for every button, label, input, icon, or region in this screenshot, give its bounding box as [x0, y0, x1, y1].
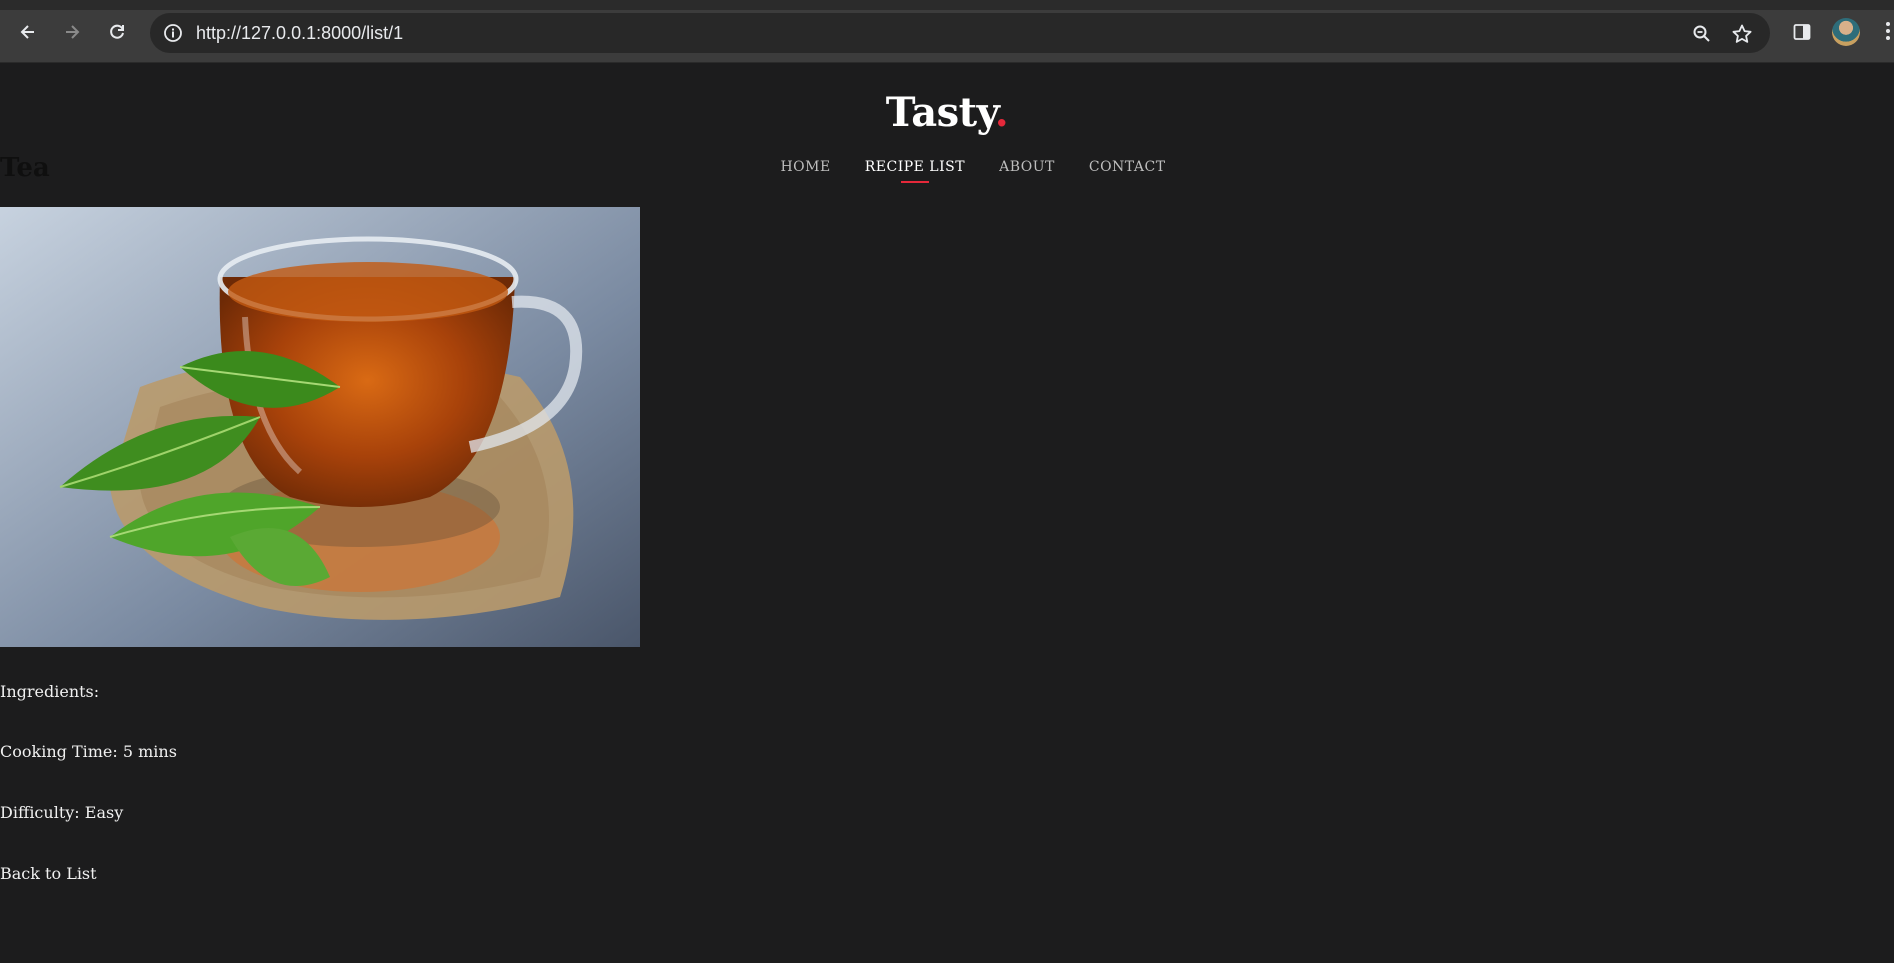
arrow-left-icon	[20, 25, 34, 39]
back-to-list-link[interactable]: Back to List	[0, 864, 97, 883]
url-text[interactable]: http://127.0.0.1:8000/list/1	[196, 22, 403, 44]
forward-button[interactable]	[54, 14, 90, 50]
bookmark-star-icon[interactable]	[1730, 22, 1754, 46]
tea-cup-illustration	[0, 207, 640, 647]
nav-contact[interactable]: CONTACT	[1089, 159, 1166, 183]
profile-avatar[interactable]	[1832, 18, 1860, 46]
nav-about[interactable]: ABOUT	[999, 159, 1055, 183]
back-button[interactable]	[10, 14, 46, 50]
address-bar[interactable]: http://127.0.0.1:8000/list/1	[150, 13, 1770, 53]
side-panel-icon[interactable]	[1790, 20, 1814, 44]
page-content: Tasty. HOME RECIPE LIST ABOUT CONTACT Te…	[0, 63, 1894, 963]
menu-kebab-icon[interactable]	[1886, 22, 1894, 42]
back-link-wrapper: Back to List	[0, 864, 97, 883]
ingredients-label: Ingredients:	[0, 682, 100, 701]
nav-home[interactable]: HOME	[780, 159, 830, 183]
site-logo[interactable]: Tasty.	[0, 89, 1894, 136]
logo-text: Tasty	[885, 89, 996, 136]
site-info-icon[interactable]	[162, 22, 184, 44]
nav-recipe-list[interactable]: RECIPE LIST	[865, 159, 965, 183]
recipe-title: Tea	[0, 153, 50, 183]
recipe-image	[0, 207, 640, 647]
zoom-icon[interactable]	[1690, 22, 1714, 46]
tab-strip	[0, 0, 1894, 10]
cooking-time: Cooking Time: 5 mins	[0, 742, 177, 761]
logo-dot: .	[994, 89, 1009, 136]
arrow-right-icon	[66, 25, 80, 39]
reload-button[interactable]	[99, 14, 135, 50]
reload-icon	[110, 24, 124, 39]
browser-toolbar: http://127.0.0.1:8000/list/1	[0, 0, 1894, 63]
main-nav: HOME RECIPE LIST ABOUT CONTACT	[0, 159, 1894, 183]
difficulty: Difficulty: Easy	[0, 803, 124, 822]
